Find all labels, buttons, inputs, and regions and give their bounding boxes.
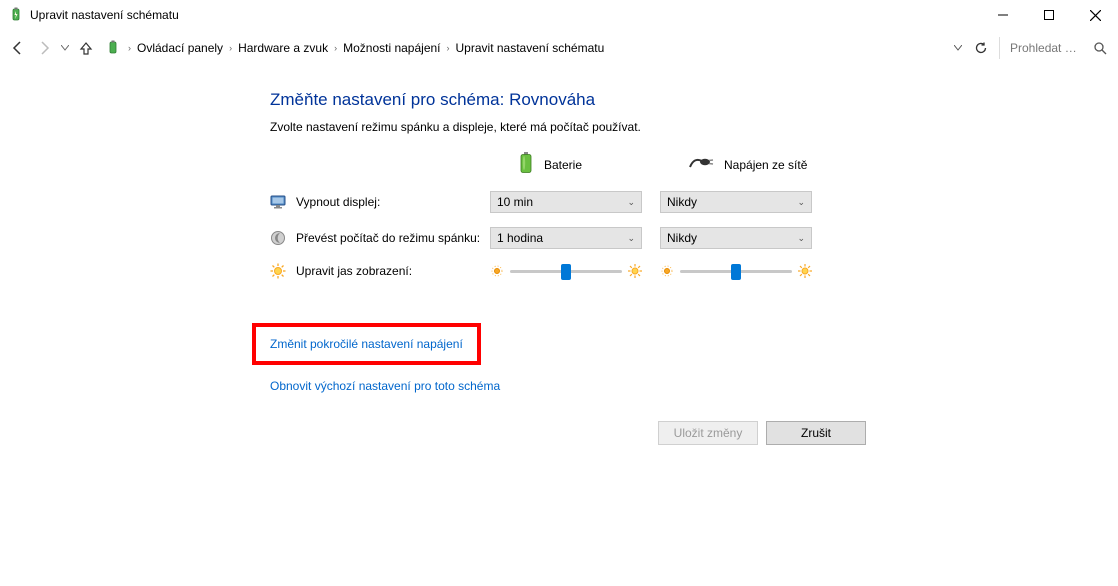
battery-icon	[518, 152, 534, 177]
chevron-down-icon: ⌄	[627, 197, 635, 208]
refresh-button[interactable]	[969, 36, 993, 60]
dialog-buttons: Uložit změny Zrušit	[270, 421, 1118, 445]
sleep-battery-combo[interactable]: 1 hodina ⌄	[490, 227, 642, 249]
sun-icon	[270, 263, 286, 279]
row-label-sleep: Převést počítač do režimu spánku:	[270, 230, 490, 246]
back-button[interactable]	[6, 36, 30, 60]
sun-low-icon	[660, 264, 674, 278]
maximize-button[interactable]	[1026, 0, 1072, 30]
slider-track[interactable]	[680, 270, 792, 273]
breadcrumb-item[interactable]: Hardware a zvuk	[238, 41, 328, 55]
slider-thumb[interactable]	[731, 264, 741, 280]
breadcrumb-item[interactable]: Ovládací panely	[137, 41, 223, 55]
row-label-brightness: Upravit jas zobrazení:	[270, 263, 490, 279]
combo-value: 1 hodina	[497, 231, 543, 245]
column-battery-label: Baterie	[544, 158, 582, 172]
breadcrumb-separator: ›	[334, 43, 337, 53]
minimize-button[interactable]	[980, 0, 1026, 30]
chevron-down-icon: ⌄	[627, 233, 635, 244]
display-off-label: Vypnout displej:	[296, 195, 380, 209]
slider-thumb[interactable]	[561, 264, 571, 280]
breadcrumb-item[interactable]: Možnosti napájení	[343, 41, 440, 55]
main-content: Změňte nastavení pro schéma: Rovnováha Z…	[0, 66, 1118, 445]
breadcrumb-separator: ›	[229, 43, 232, 53]
plug-icon	[688, 155, 714, 174]
power-options-icon	[8, 7, 24, 23]
display-off-plugged-combo[interactable]: Nikdy ⌄	[660, 191, 812, 213]
column-header-battery: Baterie	[490, 152, 660, 177]
links-section: Změnit pokročilé nastavení napájení Obno…	[270, 323, 1118, 393]
breadcrumb[interactable]: › Ovládací panely › Hardware a zvuk › Mo…	[100, 36, 947, 60]
sun-high-icon	[628, 264, 642, 278]
display-off-battery-combo[interactable]: 10 min ⌄	[490, 191, 642, 213]
power-options-icon	[104, 39, 122, 57]
column-plugged-label: Napájen ze sítě	[724, 158, 807, 172]
combo-value: Nikdy	[667, 195, 697, 209]
monitor-icon	[270, 194, 286, 210]
titlebar: Upravit nastavení schématu	[0, 0, 1118, 30]
search-icon[interactable]	[1088, 36, 1112, 60]
sun-low-icon	[490, 264, 504, 278]
navbar: › Ovládací panely › Hardware a zvuk › Mo…	[0, 30, 1118, 66]
history-dropdown[interactable]	[58, 36, 72, 60]
brightness-label: Upravit jas zobrazení:	[296, 264, 412, 278]
divider	[999, 37, 1000, 59]
breadcrumb-separator: ›	[447, 43, 450, 53]
restore-defaults-link[interactable]: Obnovit výchozí nastavení pro toto schém…	[270, 379, 500, 393]
slider-track[interactable]	[510, 270, 622, 273]
chevron-down-icon: ⌄	[797, 197, 805, 208]
address-dropdown[interactable]	[949, 45, 967, 51]
page-heading: Změňte nastavení pro schéma: Rovnováha	[270, 90, 1118, 110]
up-button[interactable]	[74, 36, 98, 60]
row-label-display-off: Vypnout displej:	[270, 194, 490, 210]
sun-high-icon	[798, 264, 812, 278]
brightness-plugged-slider[interactable]	[660, 264, 812, 278]
moon-icon	[270, 230, 286, 246]
brightness-battery-slider[interactable]	[490, 264, 642, 278]
cancel-button[interactable]: Zrušit	[766, 421, 866, 445]
search-placeholder: Prohledat …	[1010, 41, 1077, 55]
close-button[interactable]	[1072, 0, 1118, 30]
column-header-plugged: Napájen ze sítě	[660, 155, 830, 174]
sleep-plugged-combo[interactable]: Nikdy ⌄	[660, 227, 812, 249]
combo-value: 10 min	[497, 195, 533, 209]
breadcrumb-item[interactable]: Upravit nastavení schématu	[456, 41, 605, 55]
window-title: Upravit nastavení schématu	[30, 8, 179, 22]
forward-button[interactable]	[32, 36, 56, 60]
advanced-settings-link[interactable]: Změnit pokročilé nastavení napájení	[270, 337, 463, 351]
page-subtext: Zvolte nastavení režimu spánku a displej…	[270, 120, 1118, 134]
sleep-label: Převést počítač do režimu spánku:	[296, 231, 480, 245]
chevron-down-icon: ⌄	[797, 233, 805, 244]
breadcrumb-separator: ›	[128, 43, 131, 53]
highlighted-link-box: Změnit pokročilé nastavení napájení	[252, 323, 481, 365]
save-button[interactable]: Uložit změny	[658, 421, 758, 445]
combo-value: Nikdy	[667, 231, 697, 245]
settings-grid: Baterie Napájen ze sítě	[270, 152, 1118, 279]
search-input[interactable]: Prohledat …	[1006, 36, 1086, 60]
